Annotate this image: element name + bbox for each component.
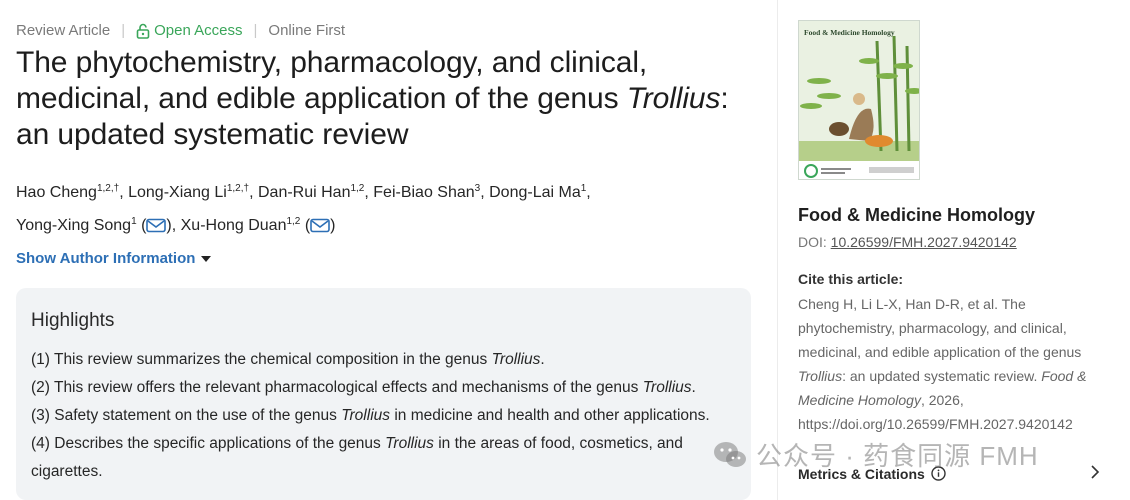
doi-link[interactable]: 10.26599/FMH.2027.9420142 — [831, 234, 1017, 250]
open-lock-icon — [136, 23, 150, 39]
title-genus: Trollius — [626, 82, 721, 115]
highlight-text: (1) This review summarizes the chemical … — [31, 351, 492, 368]
highlight-item: (1) This review summarizes the chemical … — [31, 346, 736, 374]
cover-illustration: Food & Medicine Homology — [799, 21, 919, 179]
highlight-item: (2) This review offers the relevant phar… — [31, 374, 736, 402]
open-access-badge: Open Access — [136, 22, 243, 39]
highlight-text-end: in medicine and health and other applica… — [390, 407, 710, 424]
author-name[interactable]: Long-Xiang Li — [128, 184, 227, 201]
email-icon[interactable] — [310, 218, 330, 233]
journal-cover-image[interactable]: Food & Medicine Homology — [798, 20, 920, 180]
author-affil: 1,2 — [286, 216, 301, 227]
email-icon[interactable] — [146, 218, 167, 233]
highlight-genus: Trollius — [491, 351, 541, 368]
author-list: Hao Cheng1,2,†, Long-Xiang Li1,2,†, Dan-… — [16, 176, 756, 242]
chevron-right-icon[interactable] — [1090, 465, 1100, 482]
doi-line: DOI: 10.26599/FMH.2027.9420142 — [798, 234, 1017, 250]
author-name[interactable]: Xu-Hong Duan — [181, 217, 287, 234]
highlight-text: (4) Describes the specific applications … — [31, 435, 386, 452]
highlights-box: Highlights (1) This review summarizes th… — [16, 288, 751, 500]
author-affil: 3 — [474, 183, 481, 194]
highlight-text: (2) This review offers the relevant phar… — [31, 379, 643, 396]
article-main: Review Article | Open Access | Online Fi… — [16, 0, 756, 500]
article-meta: Review Article | Open Access | Online Fi… — [16, 22, 345, 39]
citation-part: : an updated systematic review. — [842, 368, 1042, 384]
journal-name[interactable]: Food & Medicine Homology — [798, 205, 1035, 226]
wechat-icon — [714, 441, 746, 467]
citation-text: Cheng H, Li L-X, Han D-R, et al. The phy… — [798, 292, 1108, 436]
highlight-genus: Trollius — [385, 435, 434, 452]
author-name[interactable]: Dan-Rui Han — [258, 184, 350, 201]
highlight-text-end: . — [691, 379, 696, 396]
open-access-label: Open Access — [154, 22, 243, 39]
highlight-item: (4) Describes the specific applications … — [31, 430, 736, 486]
caret-down-icon — [201, 255, 212, 262]
watermark: 公众号 · 药食同源 FMH — [712, 436, 1039, 473]
meta-separator: | — [253, 22, 258, 39]
show-author-info-toggle[interactable]: Show Author Information — [16, 250, 212, 267]
author-affil: 1,2 — [350, 183, 365, 194]
highlight-genus: Trollius — [642, 379, 692, 396]
author-name[interactable]: Dong-Lai Ma — [489, 184, 581, 201]
watermark-text: 公众号 · 药食同源 FMH — [756, 441, 1039, 471]
highlight-text: (3) Safety statement on the use of the g… — [31, 407, 342, 424]
meta-separator: | — [121, 22, 126, 39]
author-name[interactable]: Fei-Biao Shan — [373, 184, 474, 201]
article-type: Review Article — [16, 22, 111, 39]
show-author-info-label: Show Author Information — [16, 250, 196, 267]
cite-heading: Cite this article: — [798, 271, 904, 287]
author-name[interactable]: Yong-Xing Song — [16, 217, 131, 234]
cover-title: Food & Medicine Homology — [804, 28, 895, 37]
article-title: The phytochemistry, pharmacology, and cl… — [16, 45, 756, 153]
column-divider — [777, 0, 778, 500]
doi-label: DOI: — [798, 234, 831, 250]
citation-genus: Trollius — [798, 368, 843, 384]
highlight-item: (3) Safety statement on the use of the g… — [31, 402, 736, 430]
highlight-text-end: . — [540, 351, 545, 368]
author-affil: 1,2,† — [226, 183, 250, 194]
article-status: Online First — [268, 22, 346, 39]
sidebar: Food & Medicine Homology Food & Medicine… — [798, 0, 1118, 500]
citation-part: Cheng H, Li L-X, Han D-R, et al. The phy… — [798, 296, 1082, 360]
highlight-genus: Trollius — [341, 407, 391, 424]
author-affil: 1 — [580, 183, 587, 194]
author-line-2: Yong-Xing Song1 (), Xu-Hong Duan1,2 () — [16, 216, 336, 235]
author-affil: 1 — [131, 216, 137, 227]
highlights-title: Highlights — [31, 310, 115, 331]
author-name[interactable]: Hao Cheng — [16, 184, 97, 201]
author-affil: 1,2,† — [96, 183, 120, 194]
title-text: The phytochemistry, pharmacology, and cl… — [16, 46, 648, 115]
author-line-1: Hao Cheng1,2,†, Long-Xiang Li1,2,†, Dan-… — [16, 183, 591, 202]
